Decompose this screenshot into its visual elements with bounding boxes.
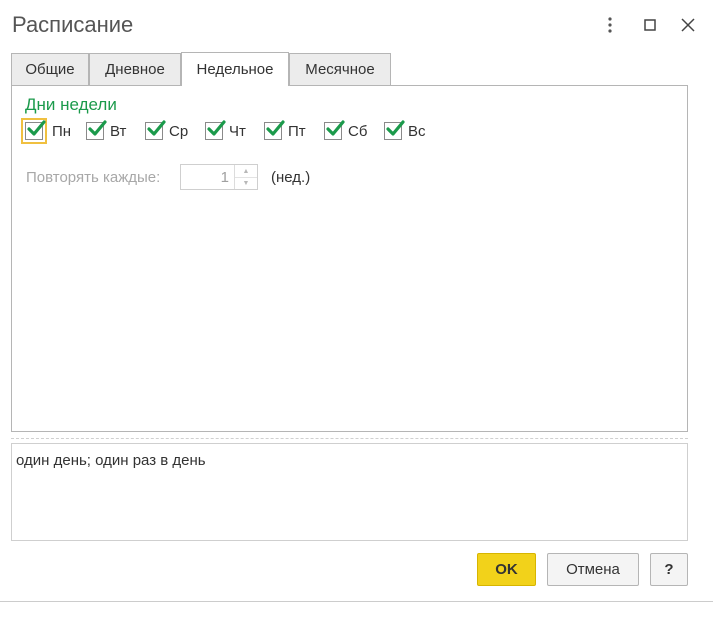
checkmark-icon (147, 120, 166, 136)
checkmark-icon (266, 120, 285, 136)
checkbox-box[interactable] (324, 120, 345, 140)
tab-label: Дневное (105, 61, 165, 78)
checkmark-icon (88, 120, 107, 136)
checkbox-label: Чт (229, 122, 246, 140)
checkbox-label: Пт (288, 122, 306, 140)
checkmark-icon (386, 120, 405, 136)
close-icon[interactable] (677, 14, 699, 36)
checkbox-label: Пн (52, 122, 72, 140)
window-title: Расписание (12, 12, 134, 37)
tab-label: Общие (25, 61, 75, 78)
checkbox-thursday[interactable]: Чт (205, 120, 246, 142)
checkbox-label: Вт (110, 122, 127, 140)
tab-monthly[interactable]: Месячное (289, 53, 391, 85)
schedule-summary: один день; один раз в день (11, 443, 688, 541)
checkbox-tuesday[interactable]: Вт (86, 120, 126, 142)
checkbox-box[interactable] (145, 120, 166, 140)
weekdays-group-title: Дни недели (25, 95, 117, 114)
checkmark-icon (326, 120, 345, 136)
checkbox-label: Сб (348, 122, 368, 140)
checkbox-friday[interactable]: Пт (264, 120, 306, 142)
repeat-every-label: Повторять каждые: (26, 169, 161, 186)
ok-button[interactable]: OK (477, 553, 536, 586)
cancel-button[interactable]: Отмена (547, 553, 639, 586)
checkbox-saturday[interactable]: Сб (324, 120, 367, 142)
tab-daily[interactable]: Дневное (89, 53, 181, 85)
repeat-unit-label: (нед.) (271, 169, 311, 186)
more-vertical-icon[interactable] (599, 14, 621, 36)
checkbox-box[interactable] (264, 120, 285, 140)
checkbox-box[interactable] (205, 120, 226, 140)
checkmark-icon (27, 120, 46, 136)
divider (11, 438, 688, 439)
checkbox-label: Ср (169, 122, 189, 140)
checkbox-label: Вс (408, 122, 426, 140)
checkbox-sunday[interactable]: Вс (384, 120, 426, 142)
stepper-down-icon[interactable]: ▼ (235, 177, 257, 189)
checkbox-box[interactable] (86, 120, 107, 140)
tab-label: Недельное (196, 61, 274, 78)
tab-general[interactable]: Общие (11, 53, 89, 85)
checkbox-monday[interactable]: Пн (21, 118, 72, 144)
checkbox-wednesday[interactable]: Ср (145, 120, 188, 142)
tab-label: Месячное (305, 61, 375, 78)
checkbox-box[interactable] (21, 118, 47, 144)
window-bottom-border (0, 601, 713, 602)
maximize-icon[interactable] (639, 14, 661, 36)
repeat-weeks-stepper[interactable]: 1 ▲ ▼ (180, 164, 258, 190)
tab-weekly[interactable]: Недельное (181, 52, 289, 86)
checkbox-box[interactable] (384, 120, 405, 140)
schedule-summary-text: один день; один раз в день (16, 452, 206, 469)
help-button[interactable]: ? (650, 553, 688, 586)
checkmark-icon (207, 120, 226, 136)
stepper-buttons: ▲ ▼ (234, 165, 257, 189)
repeat-weeks-value[interactable]: 1 (221, 169, 229, 186)
